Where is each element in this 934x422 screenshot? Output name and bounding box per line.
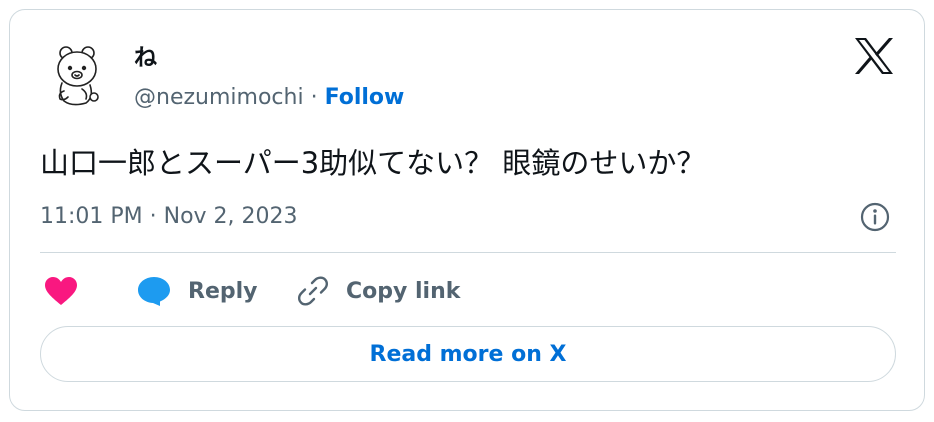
reply-label: Reply [188,278,258,304]
separator-dot: · [310,85,318,110]
divider [40,252,896,253]
follow-button[interactable]: Follow [325,85,405,110]
tweet-text: 山口一郎とスーパー3助似てない？ 眼鏡のせいか？ [40,146,706,180]
x-logo-icon[interactable] [853,36,895,76]
bear-avatar-icon [57,46,99,106]
tweet-timestamp[interactable]: 11:01 PM · Nov 2, 2023 [40,202,298,232]
read-more-label: Read more on X [369,341,567,367]
heart-icon [45,277,77,305]
speech-bubble-icon [138,277,170,306]
copy-link-label: Copy link [346,278,461,304]
copy-link-button[interactable]: Copy link [296,272,460,310]
info-icon[interactable] [859,201,891,233]
like-button[interactable] [44,272,78,310]
avatar[interactable] [42,39,114,111]
reply-button[interactable]: Reply [136,272,258,310]
handle-row: @nezumimochi · Follow [134,84,404,112]
display-name[interactable]: ね [134,44,157,72]
user-handle[interactable]: @nezumimochi [134,85,304,110]
read-more-button[interactable]: Read more on X [40,326,896,382]
link-icon [297,276,329,306]
